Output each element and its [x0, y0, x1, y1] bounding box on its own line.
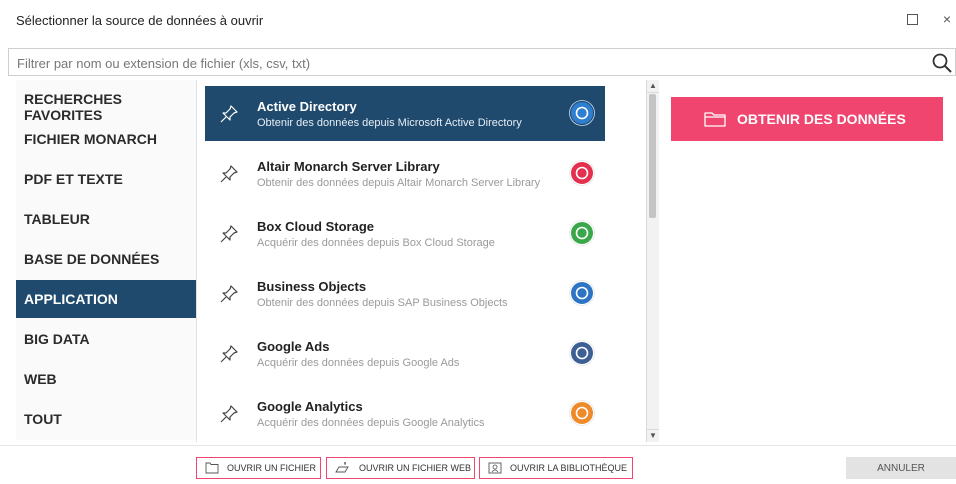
scroll-up-icon[interactable]: ▲ — [647, 80, 659, 93]
source-list: Active Directory Obtenir des données dep… — [196, 80, 649, 442]
sidebar-item-fichier-monarch[interactable]: FICHIER MONARCH — [16, 120, 196, 158]
source-badge-icon — [569, 220, 595, 246]
search-field — [8, 48, 956, 77]
open-library-button[interactable]: OUVRIR LA BIBLIOTHÈQUE — [479, 457, 633, 479]
source-description: Obtenir des données depuis SAP Business … — [257, 297, 508, 309]
source-name: Altair Monarch Server Library — [257, 159, 440, 174]
sidebar-item-label: RECHERCHES FAVORITES — [24, 91, 123, 123]
search-icon[interactable] — [931, 52, 953, 74]
source-badge-icon — [569, 400, 595, 426]
source-row-google-analytics[interactable]: Google Analytics Acquérir des données de… — [205, 386, 605, 441]
open-file-button[interactable]: OUVRIR UN FICHIER — [196, 457, 321, 479]
sidebar-item-pdf-et-texte[interactable]: PDF ET TEXTE — [16, 160, 196, 198]
maximize-icon[interactable] — [903, 10, 921, 28]
open-file-label: OUVRIR UN FICHIER — [227, 463, 317, 473]
open-library-label: OUVRIR LA BIBLIOTHÈQUE — [510, 463, 628, 473]
sidebar-item-application[interactable]: APPLICATION — [16, 280, 196, 318]
cloud-folder-icon — [335, 462, 349, 473]
close-icon[interactable]: × — [938, 10, 956, 28]
source-name: Google Ads — [257, 339, 330, 354]
search-input[interactable] — [9, 49, 919, 77]
source-name: Business Objects — [257, 279, 367, 294]
sidebar-item-tableur[interactable]: TABLEUR — [16, 200, 196, 238]
scroll-down-icon[interactable]: ▼ — [647, 429, 659, 442]
list-scrollbar[interactable]: ▲ ▼ — [646, 80, 659, 442]
sidebar-item-label: TABLEUR — [24, 211, 90, 227]
sidebar-item-recherches-favorites[interactable]: RECHERCHES FAVORITES — [16, 80, 196, 123]
window-title: Sélectionner la source de données à ouvr… — [16, 13, 264, 28]
source-badge-icon — [569, 280, 595, 306]
source-name: Google Analytics — [257, 399, 363, 414]
sidebar-item-web[interactable]: WEB — [16, 360, 196, 398]
sidebar-item-tout[interactable]: TOUT — [16, 400, 196, 438]
source-row-altair-monarch-server-library[interactable]: Altair Monarch Server Library Obtenir de… — [205, 146, 605, 201]
source-description: Obtenir des données depuis Microsoft Act… — [257, 117, 522, 129]
cancel-button[interactable]: ANNULER — [846, 457, 956, 479]
source-description: Acquérir des données depuis Box Cloud St… — [257, 237, 495, 249]
pin-icon[interactable] — [219, 164, 239, 184]
sidebar-item-label: BASE DE DONNÉES — [24, 251, 160, 267]
pin-icon[interactable] — [219, 404, 239, 424]
sidebar-item-base-de-donnees[interactable]: BASE DE DONNÉES — [16, 240, 196, 278]
sidebar-item-label: APPLICATION — [24, 291, 118, 307]
source-row-business-objects[interactable]: Business Objects Obtenir des données dep… — [205, 266, 605, 321]
sidebar-item-label: TOUT — [24, 411, 62, 427]
sidebar-item-label: BIG DATA — [24, 331, 90, 347]
sidebar-item-label: FICHIER MONARCH — [24, 131, 157, 147]
get-data-button[interactable]: OBTENIR DES DONNÉES — [671, 97, 943, 141]
library-icon — [488, 462, 502, 474]
scroll-thumb[interactable] — [649, 94, 656, 218]
pin-icon[interactable] — [219, 284, 239, 304]
source-badge-icon — [569, 160, 595, 186]
source-row-box-cloud-storage[interactable]: Box Cloud Storage Acquérir des données d… — [205, 206, 605, 261]
sidebar-item-label: WEB — [24, 371, 57, 387]
pin-icon[interactable] — [219, 224, 239, 244]
folder-icon — [205, 462, 219, 474]
cancel-label: ANNULER — [877, 463, 925, 474]
source-badge-icon — [569, 340, 595, 366]
source-description: Acquérir des données depuis Google Ads — [257, 357, 460, 369]
pin-icon[interactable] — [219, 344, 239, 364]
source-name: Active Directory — [257, 99, 357, 114]
source-description: Obtenir des données depuis Altair Monarc… — [257, 177, 541, 189]
open-web-file-label: OUVRIR UN FICHIER WEB — [359, 463, 472, 473]
source-description: Acquérir des données depuis Google Analy… — [257, 417, 485, 429]
category-sidebar: RECHERCHES FAVORITES FICHIER MONARCH PDF… — [16, 80, 196, 440]
source-name: Box Cloud Storage — [257, 219, 375, 234]
source-row-google-ads[interactable]: Google Ads Acquérir des données depuis G… — [205, 326, 605, 381]
source-row-active-directory[interactable]: Active Directory Obtenir des données dep… — [205, 86, 605, 141]
sidebar-item-label: PDF ET TEXTE — [24, 171, 123, 187]
sidebar-item-big-data[interactable]: BIG DATA — [16, 320, 196, 358]
source-badge-icon — [569, 100, 595, 126]
dialog-footer: OUVRIR UN FICHIER OUVRIR UN FICHIER WEB … — [0, 445, 956, 484]
pin-icon[interactable] — [219, 104, 239, 124]
folder-icon — [704, 112, 726, 127]
title-bar: Sélectionner la source de données à ouvr… — [0, 0, 956, 38]
open-web-file-button[interactable]: OUVRIR UN FICHIER WEB — [326, 457, 475, 479]
get-data-label: OBTENIR DES DONNÉES — [737, 111, 906, 127]
